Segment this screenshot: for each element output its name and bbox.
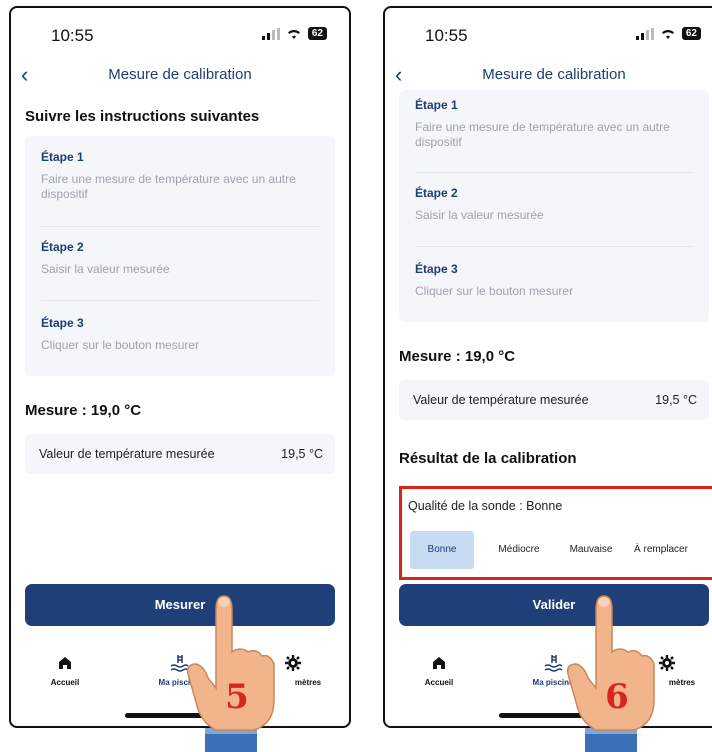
step-1: Étape 1 Faire une mesure de température … xyxy=(415,98,693,150)
battery-icon: 62 xyxy=(681,27,701,40)
pool-icon xyxy=(544,655,563,672)
phone-screen-left: 10:55 62 ‹ Mesure de calibration Suivre … xyxy=(9,6,351,728)
step-title: Étape 2 xyxy=(41,240,84,254)
divider xyxy=(41,300,319,301)
step-2: Étape 2 Saisir la valeur mesurée xyxy=(415,186,693,223)
measured-value-label: Valeur de température mesurée xyxy=(39,447,215,461)
status-icons: 62 xyxy=(261,27,327,40)
measure-button[interactable]: Mesurer xyxy=(25,584,335,626)
home-indicator xyxy=(499,713,609,718)
signal-icon xyxy=(635,27,654,40)
calibration-heading: Résultat de la calibration xyxy=(399,450,577,467)
step-description: Cliquer sur le bouton mesurer xyxy=(415,284,574,298)
status-time: 10:55 xyxy=(51,26,94,45)
divider xyxy=(415,246,693,247)
home-indicator xyxy=(125,713,235,718)
quality-highlight-box: Qualité de la sonde : Bonne Bonne Médioc… xyxy=(399,486,712,580)
home-icon xyxy=(433,657,445,669)
measured-value-row[interactable]: Valeur de température mesurée 19,5 °C xyxy=(25,434,335,474)
instructions-heading: Suivre les instructions suivantes xyxy=(25,108,260,125)
wifi-icon xyxy=(661,29,674,39)
tab-pool-label: Ma piscine xyxy=(158,678,200,687)
step-1: Étape 1 Faire une mesure de température … xyxy=(41,150,319,202)
measure-heading: Mesure : 19,0 °C xyxy=(25,402,142,419)
divider xyxy=(41,226,319,227)
tab-home[interactable]: Accueil xyxy=(399,652,479,687)
tab-home-label: Accueil xyxy=(50,678,80,687)
step-title: Étape 1 xyxy=(415,98,458,112)
measure-heading: Mesure : 19,0 °C xyxy=(399,348,516,365)
step-title: Étape 2 xyxy=(415,186,458,200)
status-icons: 62 xyxy=(635,27,701,40)
home-icon xyxy=(59,657,71,669)
tab-bar: Accueil Ma piscine mètres xyxy=(11,646,349,696)
wifi-icon xyxy=(287,29,300,39)
tab-pool-label: Ma piscine xyxy=(532,678,574,687)
step-3: Étape 3 Cliquer sur le bouton mesurer xyxy=(415,262,693,299)
tab-pool[interactable]: Ma piscine xyxy=(513,652,593,687)
step-title: Étape 1 xyxy=(41,150,84,164)
measured-value: 19,5 °C xyxy=(281,447,323,461)
step-description: Faire une mesure de température avec un … xyxy=(415,120,670,149)
phone-screen-right: 10:55 62 ‹ Mesure de calibration Étape 1… xyxy=(383,6,712,728)
step-description: Cliquer sur le bouton mesurer xyxy=(41,338,200,352)
step-2: Étape 2 Saisir la valeur mesurée xyxy=(41,240,319,277)
step-description: Saisir la valeur mesurée xyxy=(41,262,170,276)
status-time: 10:55 xyxy=(425,26,468,45)
tab-settings-label: mètres xyxy=(668,678,696,687)
nav-bar: ‹ Mesure de calibration xyxy=(385,58,712,94)
quality-option-bad[interactable]: Mauvaise xyxy=(560,531,622,569)
nav-bar: ‹ Mesure de calibration xyxy=(11,58,349,94)
step-description: Saisir la valeur mesurée xyxy=(415,208,544,222)
quality-option-mediocre[interactable]: Médiocre xyxy=(488,531,550,569)
quality-option-replace[interactable]: À remplacer xyxy=(624,531,698,569)
measured-value: 19,5 °C xyxy=(655,393,697,407)
measured-value-row[interactable]: Valeur de température mesurée 19,5 °C xyxy=(399,380,709,420)
tab-settings[interactable]: mètres xyxy=(253,652,333,687)
status-bar: 10:55 62 xyxy=(11,8,349,58)
tab-bar: Accueil Ma piscine mètres xyxy=(385,646,712,696)
measured-value-label: Valeur de température mesurée xyxy=(413,393,589,407)
page-title: Mesure de calibration xyxy=(482,66,626,83)
tab-home[interactable]: Accueil xyxy=(25,652,105,687)
step-3: Étape 3 Cliquer sur le bouton mesurer xyxy=(41,316,319,353)
validate-button[interactable]: Valider xyxy=(399,584,709,626)
step-title: Étape 3 xyxy=(415,262,458,276)
pool-icon xyxy=(170,655,189,672)
battery-icon: 62 xyxy=(307,27,327,40)
page-title: Mesure de calibration xyxy=(108,66,252,83)
signal-icon xyxy=(261,27,280,40)
divider xyxy=(415,172,693,173)
tab-pool[interactable]: Ma piscine xyxy=(139,652,219,687)
tab-settings[interactable]: mètres xyxy=(627,652,707,687)
step-description: Faire une mesure de température avec un … xyxy=(41,172,296,201)
probe-quality-label: Qualité de la sonde : Bonne xyxy=(408,499,563,513)
gear-icon xyxy=(659,655,675,671)
gear-icon xyxy=(285,655,301,671)
status-bar: 10:55 62 xyxy=(385,8,712,58)
tab-settings-label: mètres xyxy=(294,678,322,687)
quality-option-good[interactable]: Bonne xyxy=(410,531,474,569)
tab-home-label: Accueil xyxy=(424,678,454,687)
step-title: Étape 3 xyxy=(41,316,84,330)
